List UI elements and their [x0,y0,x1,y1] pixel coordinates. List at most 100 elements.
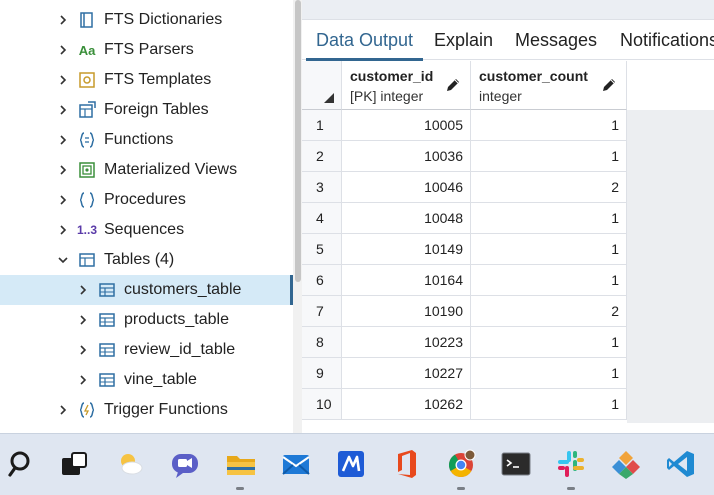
chevron-right-icon[interactable] [77,374,89,386]
cell-customer-count[interactable]: 2 [471,296,627,327]
chevron-right-icon[interactable] [57,194,69,206]
chevron-right-icon[interactable] [57,14,69,26]
row-number[interactable]: 7 [302,296,342,327]
tab-notifications[interactable]: Notifications [620,21,714,60]
tree-item-types[interactable] [0,425,293,433]
tree-item-label: Materialized Views [104,161,238,178]
table-row[interactable]: 8 10223 1 [302,327,627,358]
table-icon [97,370,117,390]
tree-item-review-id-table[interactable]: review_id_table [0,335,293,365]
column-name: customer_count [479,68,588,84]
office-icon[interactable] [389,447,423,481]
tree-item-fts-templates[interactable]: FTS Templates [0,65,293,95]
tree-item-materialized-views[interactable]: Materialized Views [0,155,293,185]
terminal-icon[interactable] [499,447,533,481]
pencil-icon[interactable] [600,76,618,94]
chevron-right-icon[interactable] [77,284,89,296]
cell-customer-id[interactable]: 10262 [342,389,471,420]
cell-customer-count[interactable]: 1 [471,265,627,296]
teams-chat-icon[interactable] [168,447,202,481]
chrome-icon[interactable] [444,447,478,481]
table-row[interactable]: 9 10227 1 [302,358,627,389]
file-explorer-icon[interactable] [224,447,258,481]
cell-customer-id[interactable]: 10164 [342,265,471,296]
select-all-corner[interactable] [302,61,342,110]
row-number[interactable]: 6 [302,265,342,296]
chevron-right-icon[interactable] [77,344,89,356]
row-number[interactable]: 8 [302,327,342,358]
tree-item-customers-table[interactable]: customers_table [0,275,293,305]
cell-customer-count[interactable]: 1 [471,389,627,420]
chevron-right-icon[interactable] [57,104,69,116]
tab-explain[interactable]: Explain [434,21,493,60]
slack-icon[interactable] [554,447,588,481]
table-row[interactable]: 10 10262 1 [302,389,627,420]
table-row[interactable]: 4 10048 1 [302,203,627,234]
cell-customer-id[interactable]: 10149 [342,234,471,265]
cell-customer-id[interactable]: 10036 [342,141,471,172]
vscode-alt-icon[interactable] [334,447,368,481]
cell-customer-id[interactable]: 10048 [342,203,471,234]
table-row[interactable]: 1 10005 1 [302,110,627,141]
tree-item-fts-dictionaries[interactable]: FTS Dictionaries [0,5,293,35]
table-row[interactable]: 6 10164 1 [302,265,627,296]
tree-item-label: vine_table [124,371,197,388]
row-number[interactable]: 9 [302,358,342,389]
cell-customer-id[interactable]: 10005 [342,110,471,141]
tree-item-functions[interactable]: Functions [0,125,293,155]
tab-messages[interactable]: Messages [515,21,597,60]
tree-item-label: Foreign Tables [104,101,209,118]
table-row[interactable]: 5 10149 1 [302,234,627,265]
tree-item-trigger-functions[interactable]: Trigger Functions [0,395,293,425]
cell-customer-count[interactable]: 1 [471,141,627,172]
tree-item-vine-table[interactable]: vine_table [0,365,293,395]
row-number[interactable]: 10 [302,389,342,420]
task-view-icon[interactable] [57,447,91,481]
visual-studio-code-icon[interactable] [664,447,698,481]
git-kraken-icon[interactable] [609,447,643,481]
tree-item-sequences[interactable]: 1..3 Sequences [0,215,293,245]
cell-customer-count[interactable]: 1 [471,110,627,141]
mail-icon[interactable] [279,447,313,481]
row-number[interactable]: 5 [302,234,342,265]
chevron-right-icon[interactable] [57,74,69,86]
chevron-right-icon[interactable] [57,224,69,236]
cell-customer-id[interactable]: 10223 [342,327,471,358]
cell-customer-count[interactable]: 1 [471,234,627,265]
cell-customer-count[interactable]: 1 [471,327,627,358]
table-row[interactable]: 7 10190 2 [302,296,627,327]
scrollbar-thumb[interactable] [295,0,301,282]
chevron-right-icon[interactable] [57,44,69,56]
cell-customer-count[interactable]: 2 [471,172,627,203]
search-icon[interactable] [5,447,39,481]
cell-customer-count[interactable]: 1 [471,358,627,389]
tree-item-tables[interactable]: Tables (4) [0,245,293,275]
tab-data-output[interactable]: Data Output [305,21,424,61]
column-header-customer-count[interactable]: customer_count integer [471,61,627,110]
tree-item-fts-parsers[interactable]: Aa FTS Parsers [0,35,293,65]
cell-customer-id[interactable]: 10190 [342,296,471,327]
cell-customer-id[interactable]: 10227 [342,358,471,389]
tree-item-label: FTS Dictionaries [104,11,223,28]
row-number[interactable]: 3 [302,172,342,203]
row-number[interactable]: 2 [302,141,342,172]
chevron-right-icon[interactable] [77,314,89,326]
trigger-function-icon [77,400,97,420]
tree-item-products-table[interactable]: products_table [0,305,293,335]
chevron-right-icon[interactable] [57,134,69,146]
cell-customer-id[interactable]: 10046 [342,172,471,203]
weather-widget-icon[interactable] [113,447,147,481]
tree-scrollbar[interactable] [293,0,302,433]
chevron-right-icon[interactable] [57,164,69,176]
row-number[interactable]: 4 [302,203,342,234]
chevron-right-icon[interactable] [57,404,69,416]
column-header-customer-id[interactable]: customer_id [PK] integer [342,61,471,110]
pencil-icon[interactable] [444,76,462,94]
tree-item-foreign-tables[interactable]: Foreign Tables [0,95,293,125]
table-row[interactable]: 3 10046 2 [302,172,627,203]
table-row[interactable]: 2 10036 1 [302,141,627,172]
tree-item-procedures[interactable]: Procedures [0,185,293,215]
cell-customer-count[interactable]: 1 [471,203,627,234]
row-number[interactable]: 1 [302,110,342,141]
chevron-down-icon[interactable] [57,254,69,266]
